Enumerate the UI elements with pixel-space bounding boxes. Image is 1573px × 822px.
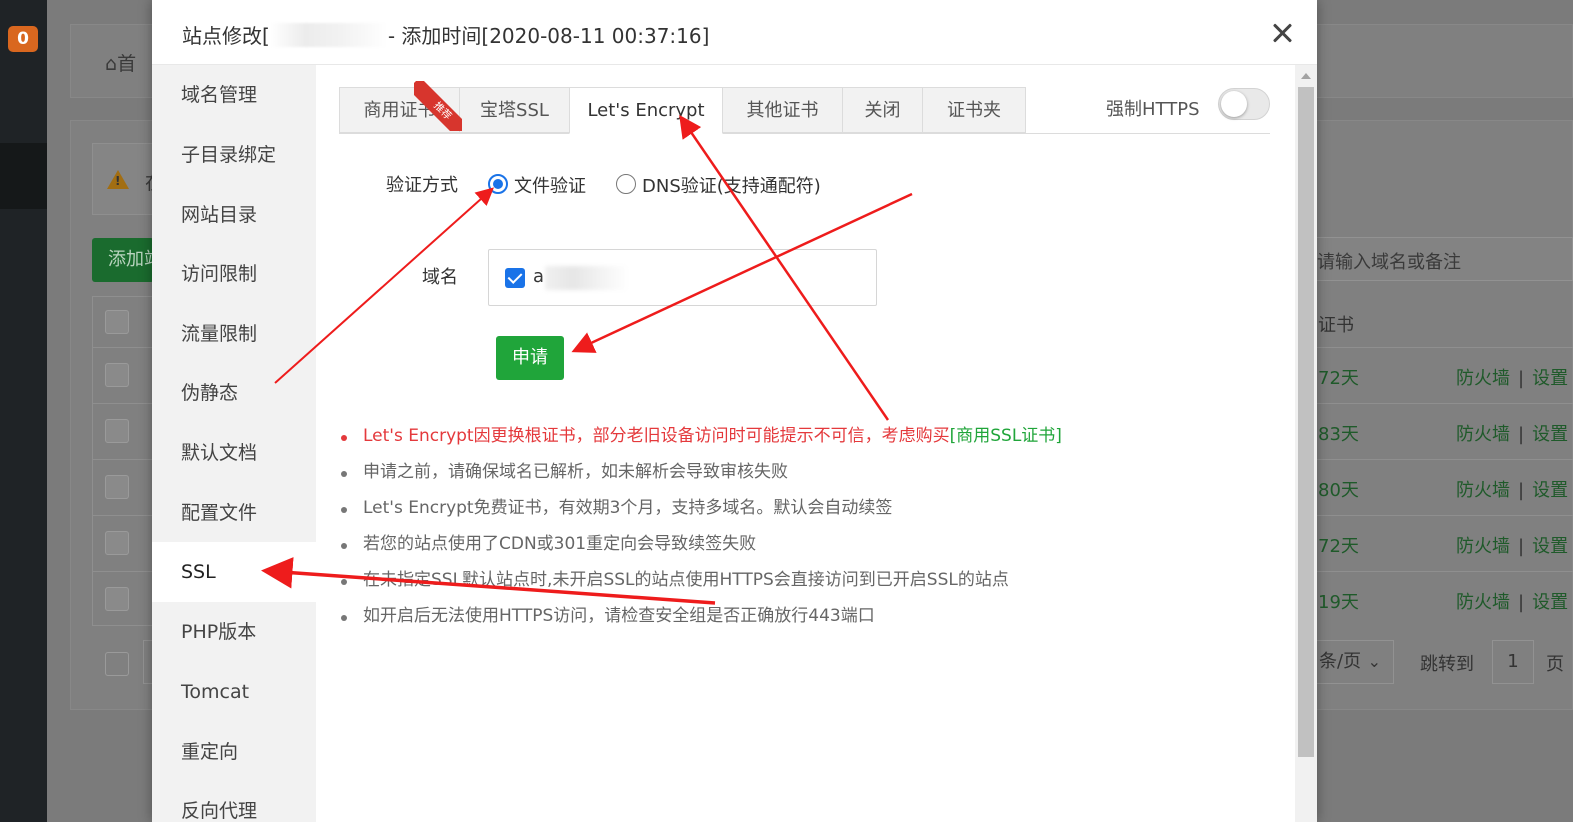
home-icon-breadcrumb: ⌂首	[105, 53, 137, 75]
recommended-ribbon: 推荐	[414, 81, 462, 131]
site-edit-dialog: 站点修改[- 添加时间[2020-08-11 00:37:16] 域名管理 子目…	[152, 0, 1317, 822]
background-checkbox	[105, 587, 129, 611]
background-checkbox	[105, 531, 129, 555]
nav-item-redirect[interactable]: 重定向	[152, 722, 316, 782]
note-item: 在未指定SSL默认站点时,未开启SSL的站点使用HTTPS会直接访问到已开启SS…	[341, 564, 1263, 600]
domain-value: a	[533, 266, 545, 287]
ssl-notes-list: Let's Encrypt因更换根证书，部分老旧设备访问时可能提示不可信，考虑购…	[341, 420, 1263, 636]
table-row: 72天 防火墙 | 设置	[1300, 347, 1573, 403]
dialog-header: 站点修改[- 添加时间[2020-08-11 00:37:16]	[152, 0, 1317, 65]
tab-bt-ssl[interactable]: 宝塔SSL	[459, 87, 570, 133]
nav-item-access-limit[interactable]: 访问限制	[152, 244, 316, 304]
domain-checkbox[interactable]	[505, 268, 525, 288]
nav-item-tomcat[interactable]: Tomcat	[152, 662, 316, 722]
page-number-input: 1	[1492, 640, 1534, 684]
nav-item-php-version[interactable]: PHP版本	[152, 602, 316, 662]
background-checkbox	[105, 475, 129, 499]
background-checkbox	[105, 363, 129, 387]
apply-button[interactable]: 申请	[496, 336, 564, 380]
background-warning-bar: 在	[92, 143, 164, 215]
note-item: 申请之前，请确保域名已解析，如未解析会导致审核失败	[341, 456, 1263, 492]
nav-item-default-document[interactable]: 默认文档	[152, 423, 316, 483]
commercial-ssl-link[interactable]: [商用SSL证书]	[950, 426, 1062, 446]
tab-close-ssl[interactable]: 关闭	[842, 87, 923, 133]
redacted-site-name	[269, 23, 388, 47]
background-checkbox	[105, 419, 129, 443]
table-row: 80天 防火墙 | 设置	[1300, 459, 1573, 515]
domain-label: 域名	[422, 267, 458, 288]
radio-dns-verify[interactable]	[616, 174, 636, 194]
tab-cert-folder[interactable]: 证书夹	[922, 87, 1026, 133]
tab-lets-encrypt[interactable]: Let's Encrypt	[569, 87, 723, 134]
radio-dns-verify-label[interactable]: DNS验证(支持通配符)	[642, 172, 821, 198]
nav-item-rewrite[interactable]: 伪静态	[152, 363, 316, 423]
background-add-site-button: 添加站点	[92, 238, 154, 282]
nav-item-site-directory[interactable]: 网站目录	[152, 185, 316, 245]
background-sidebar-active-band	[0, 143, 47, 209]
force-https-label: 强制HTTPS	[1106, 99, 1200, 120]
dialog-scrollbar[interactable]	[1295, 65, 1317, 822]
background-search-input: 请输入域名或备注	[1300, 237, 1573, 281]
force-https-toggle[interactable]	[1218, 88, 1270, 120]
nav-item-config-file[interactable]: 配置文件	[152, 483, 316, 543]
note-item: 如开启后无法使用HTTPS访问，请检查安全组是否正确放行443端口	[341, 600, 1263, 636]
note-item: Let's Encrypt因更换根证书，部分老旧设备访问时可能提示不可信，考虑购…	[341, 420, 1263, 456]
background-sidebar: 0	[0, 0, 47, 822]
redacted-domain	[545, 266, 629, 290]
domain-list-box: a	[488, 249, 877, 306]
table-row: 19天 防火墙 | 设置	[1300, 571, 1573, 627]
radio-file-verify-label[interactable]: 文件验证	[514, 172, 586, 198]
dialog-side-nav: 域名管理 子目录绑定 网站目录 访问限制 流量限制 伪静态 默认文档 配置文件 …	[152, 65, 316, 822]
background-table	[92, 296, 154, 626]
verify-method-label: 验证方式	[386, 175, 458, 196]
close-icon[interactable]	[1269, 20, 1295, 46]
scroll-up-arrow-icon[interactable]	[1301, 73, 1311, 79]
notification-badge: 0	[8, 26, 38, 52]
scrollbar-thumb[interactable]	[1298, 87, 1314, 757]
tab-other-cert[interactable]: 其他证书	[722, 87, 843, 133]
chevron-down-icon: ⌄	[1367, 652, 1381, 671]
note-item: Let's Encrypt免费证书，有效期3个月，支持多域名。默认会自动续签	[341, 492, 1263, 528]
dialog-title: 站点修改[- 添加时间[2020-08-11 00:37:16]	[182, 23, 710, 48]
nav-item-reverse-proxy[interactable]: 反向代理	[152, 781, 316, 822]
background-pagination: 条/页 ⌄ 跳转到 1 页	[1300, 640, 1573, 686]
nav-item-traffic-limit[interactable]: 流量限制	[152, 304, 316, 364]
background-checkbox-header	[105, 310, 129, 334]
radio-file-verify[interactable]	[488, 174, 508, 194]
note-item: 若您的站点使用了CDN或301重定向会导致续签失败	[341, 528, 1263, 564]
background-checkbox-footer	[105, 652, 129, 676]
background-cert-column-header: 证书	[1318, 315, 1354, 336]
table-row: 83天 防火墙 | 设置	[1300, 403, 1573, 459]
warning-icon	[107, 170, 129, 189]
table-row: 72天 防火墙 | 设置	[1300, 515, 1573, 571]
nav-item-domain-management[interactable]: 域名管理	[152, 65, 316, 125]
nav-item-ssl[interactable]: SSL	[152, 542, 316, 602]
nav-item-subdirectory-binding[interactable]: 子目录绑定	[152, 125, 316, 185]
